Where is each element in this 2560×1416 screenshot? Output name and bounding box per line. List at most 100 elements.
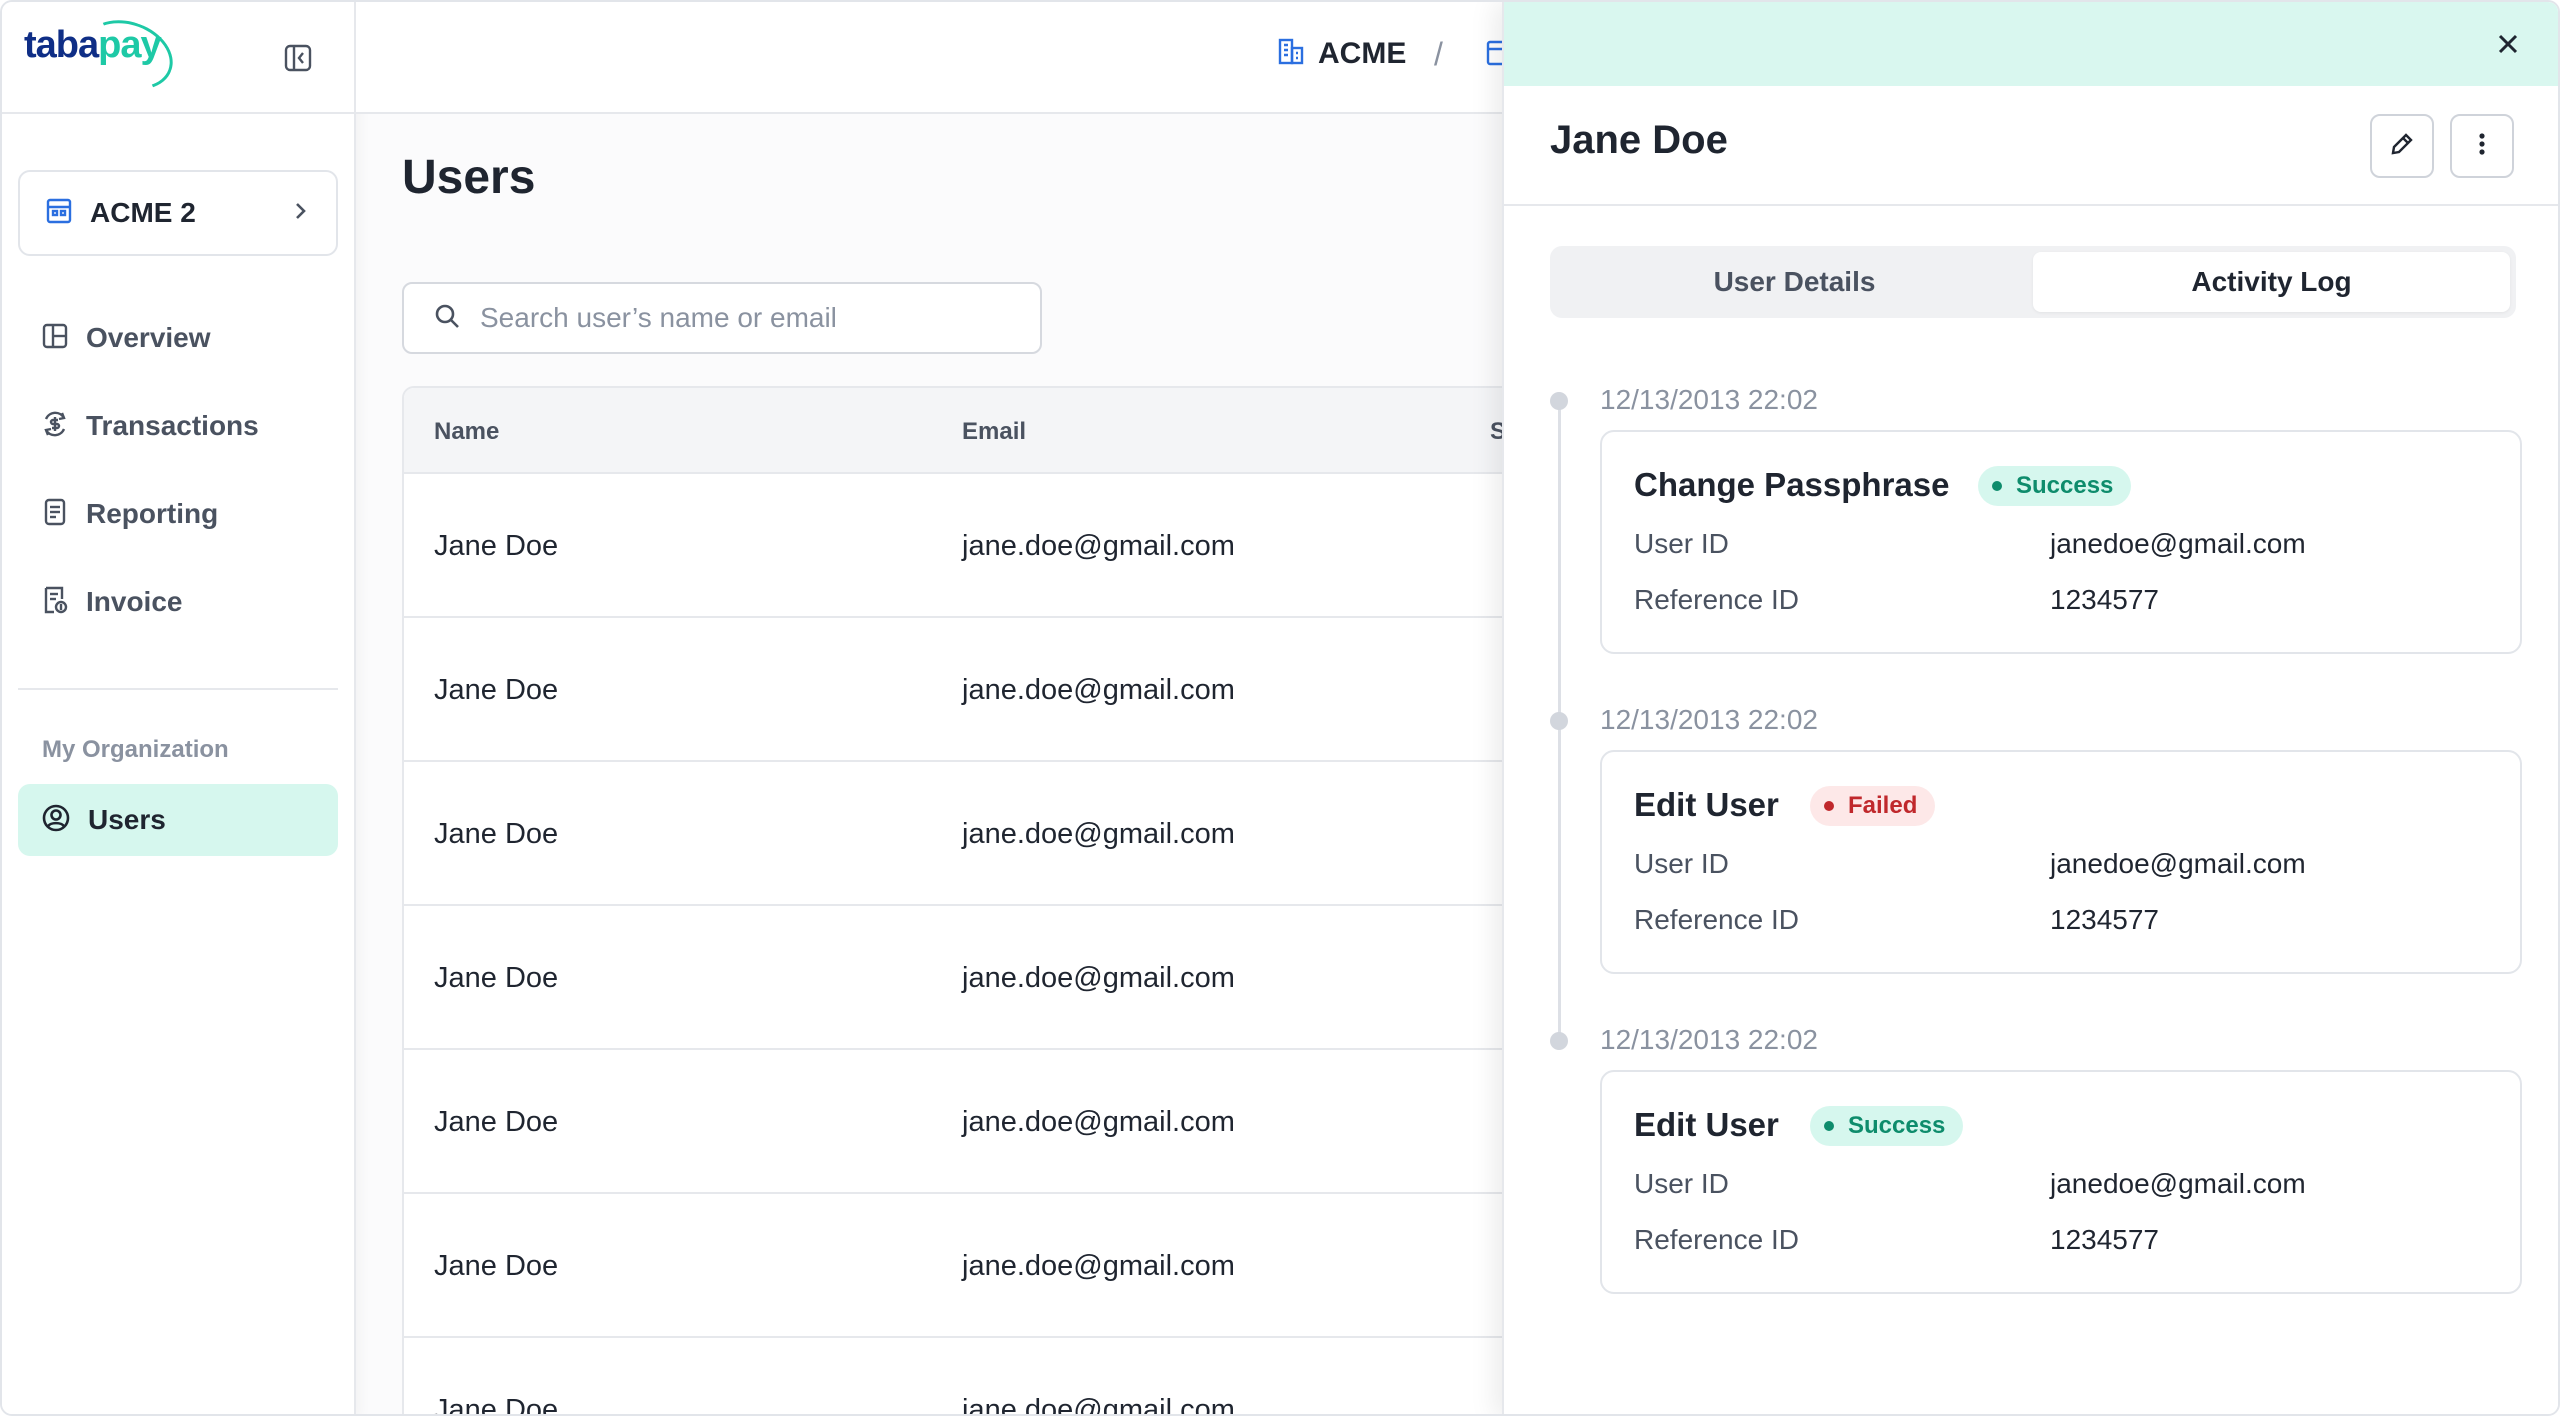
breadcrumb-org: ACME bbox=[1318, 36, 1407, 70]
user-detail-drawer: Jane Doe User Details Activity Log 12/13… bbox=[1502, 2, 2558, 1414]
column-header-email[interactable]: Email bbox=[962, 418, 1026, 446]
status-label: Failed bbox=[1848, 792, 1918, 819]
reference-id-label: Reference ID bbox=[1634, 1224, 1799, 1255]
column-header-name[interactable]: Name bbox=[434, 418, 499, 446]
cell-name: Jane Doe bbox=[434, 1250, 559, 1282]
reference-id-value: 1234577 bbox=[2050, 904, 2160, 935]
divider bbox=[18, 688, 338, 690]
chevron-right-icon bbox=[288, 199, 312, 228]
more-vertical-icon bbox=[2467, 129, 2497, 164]
page-title: Users bbox=[402, 151, 536, 204]
entry-action: Change Passphrase bbox=[1634, 466, 1950, 503]
search-icon bbox=[432, 301, 462, 336]
entry-timestamp: 12/13/2013 22:02 bbox=[1600, 384, 1818, 415]
cell-email: jane.doe@gmail.com bbox=[962, 1106, 1235, 1138]
divider bbox=[2, 112, 356, 114]
breadcrumb[interactable]: ACME bbox=[1276, 36, 1406, 71]
status-badge: Success bbox=[1978, 466, 2132, 506]
user-id-label: User ID bbox=[1634, 528, 1729, 559]
tab-activity-log[interactable]: Activity Log bbox=[2033, 252, 2510, 312]
sidebar-item-label: Overview bbox=[86, 322, 211, 353]
status-dot bbox=[1824, 801, 1834, 811]
layout-icon bbox=[40, 321, 70, 356]
sidebar-item-invoice[interactable]: Invoice bbox=[18, 566, 338, 638]
section-label: My Organization bbox=[42, 736, 229, 763]
cell-name: Jane Doe bbox=[434, 1106, 559, 1138]
reference-id-value: 1234577 bbox=[2050, 584, 2160, 615]
sidebar-item-transactions[interactable]: Transactions bbox=[18, 390, 338, 462]
reference-id-label: Reference ID bbox=[1634, 904, 1799, 935]
building-icon bbox=[44, 196, 74, 231]
app-window: tabapay ACME 2 Overview Transactions Rep… bbox=[0, 0, 2560, 1416]
sidebar-nav: Overview Transactions Reporting Invoice bbox=[18, 302, 338, 654]
entry-action: Edit User bbox=[1634, 1106, 1779, 1143]
cell-email: jane.doe@gmail.com bbox=[962, 530, 1235, 562]
building-icon bbox=[1276, 36, 1306, 71]
status-badge: Failed bbox=[1810, 786, 1936, 826]
drawer-header-bar bbox=[1504, 2, 2558, 86]
drawer-tabs: User Details Activity Log bbox=[1550, 246, 2516, 318]
cell-name: Jane Doe bbox=[434, 818, 559, 850]
table-header: Name Email S bbox=[404, 388, 1600, 474]
collapse-sidebar-icon[interactable] bbox=[282, 42, 314, 74]
cell-name: Jane Doe bbox=[434, 1394, 559, 1416]
sidebar-item-users[interactable]: Users bbox=[18, 784, 338, 856]
table-row[interactable]: Jane Doe jane.doe@gmail.com bbox=[404, 762, 1600, 906]
user-id-value: janedoe@gmail.com bbox=[2050, 1168, 2306, 1199]
pencil-icon bbox=[2387, 129, 2417, 164]
more-options-button[interactable] bbox=[2450, 114, 2514, 178]
status-dot bbox=[1824, 1121, 1834, 1131]
table-row[interactable]: Jane Doe jane.doe@gmail.com bbox=[404, 906, 1600, 1050]
table-row[interactable]: Jane Doe jane.doe@gmail.com bbox=[404, 1338, 1600, 1416]
status-label: Success bbox=[1848, 1112, 1946, 1139]
sidebar-item-label: Users bbox=[88, 804, 166, 835]
close-icon[interactable] bbox=[2486, 22, 2530, 66]
table-row[interactable]: Jane Doe jane.doe@gmail.com bbox=[404, 1194, 1600, 1338]
invoice-icon bbox=[40, 585, 70, 620]
sidebar: tabapay ACME 2 Overview Transactions Rep… bbox=[2, 2, 356, 1414]
table-row[interactable]: Jane Doe jane.doe@gmail.com bbox=[404, 1050, 1600, 1194]
divider bbox=[1504, 204, 2558, 206]
entry-timestamp: 12/13/2013 22:02 bbox=[1600, 1024, 1818, 1055]
status-label: Success bbox=[2016, 472, 2114, 499]
table-row[interactable]: Jane Doe jane.doe@gmail.com bbox=[404, 618, 1600, 762]
timeline-dot bbox=[1550, 392, 1568, 410]
status-badge: Success bbox=[1810, 1106, 1964, 1146]
reference-id-label: Reference ID bbox=[1634, 584, 1799, 615]
cell-name: Jane Doe bbox=[434, 674, 559, 706]
tab-user-details[interactable]: User Details bbox=[1556, 252, 2033, 312]
user-circle-icon bbox=[40, 802, 72, 839]
user-id-label: User ID bbox=[1634, 848, 1729, 879]
reference-id-value: 1234577 bbox=[2050, 1224, 2160, 1255]
refresh-dollar-icon bbox=[40, 409, 70, 444]
activity-entry-card: Change Passphrase Success User ID janedo… bbox=[1600, 430, 2522, 654]
drawer-title: Jane Doe bbox=[1550, 118, 1728, 162]
user-id-value: janedoe@gmail.com bbox=[2050, 848, 2306, 879]
cell-name: Jane Doe bbox=[434, 530, 559, 562]
sidebar-item-label: Transactions bbox=[86, 410, 259, 441]
document-icon bbox=[40, 497, 70, 532]
activity-entry-card: Edit User Success User ID janedoe@gmail.… bbox=[1600, 1070, 2522, 1294]
cell-email: jane.doe@gmail.com bbox=[962, 1394, 1235, 1416]
breadcrumb-separator: / bbox=[1434, 36, 1443, 72]
cell-name: Jane Doe bbox=[434, 962, 559, 994]
table-row[interactable]: Jane Doe jane.doe@gmail.com bbox=[404, 474, 1600, 618]
user-id-label: User ID bbox=[1634, 1168, 1729, 1199]
users-table: Name Email S Jane Doe jane.doe@gmail.com… bbox=[402, 386, 1602, 1416]
sidebar-item-overview[interactable]: Overview bbox=[18, 302, 338, 374]
sidebar-item-label: Reporting bbox=[86, 498, 219, 529]
search-input[interactable] bbox=[480, 302, 1020, 334]
cell-email: jane.doe@gmail.com bbox=[962, 674, 1235, 706]
timeline-dot bbox=[1550, 712, 1568, 730]
entry-timestamp: 12/13/2013 22:02 bbox=[1600, 704, 1818, 735]
sidebar-item-label: Invoice bbox=[86, 586, 183, 617]
timeline-dot bbox=[1550, 1032, 1568, 1050]
search-box[interactable] bbox=[402, 282, 1042, 354]
edit-button[interactable] bbox=[2370, 114, 2434, 178]
cell-email: jane.doe@gmail.com bbox=[962, 1250, 1235, 1282]
tabapay-logo[interactable]: tabapay bbox=[24, 8, 183, 102]
logo-swoosh bbox=[73, 8, 183, 102]
org-name: ACME 2 bbox=[90, 197, 196, 228]
sidebar-item-reporting[interactable]: Reporting bbox=[18, 478, 338, 550]
org-switcher-button[interactable]: ACME 2 bbox=[18, 170, 338, 256]
